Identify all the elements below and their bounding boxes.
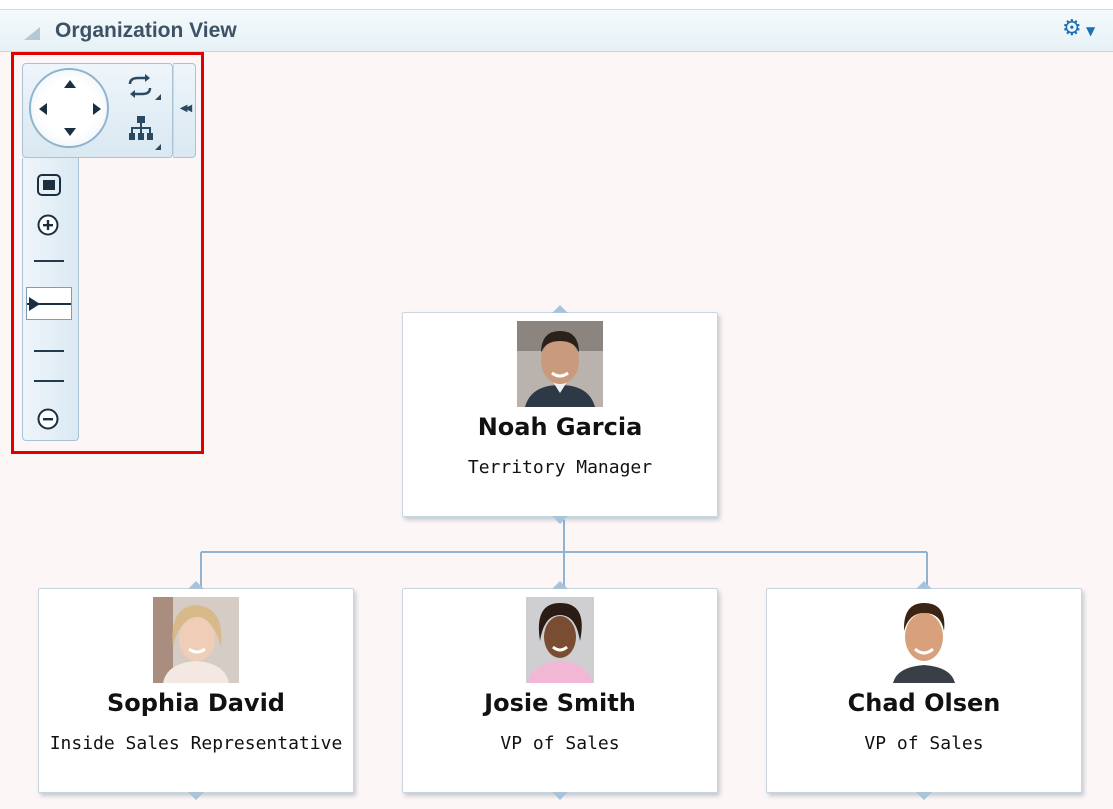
avatar xyxy=(517,321,603,407)
employee-name: Noah Garcia xyxy=(477,413,643,441)
avatar xyxy=(526,597,594,683)
node-connector-bottom[interactable] xyxy=(552,792,568,800)
node-connector-bottom[interactable] xyxy=(916,792,932,800)
avatar xyxy=(889,597,959,683)
node-connector-bottom[interactable] xyxy=(188,792,204,800)
org-node-child[interactable]: Josie Smith VP of Sales xyxy=(402,581,718,800)
org-node-child[interactable]: Sophia David Inside Sales Representative xyxy=(38,581,354,800)
node-connector-top xyxy=(552,305,568,313)
org-node-child[interactable]: Chad Olsen VP of Sales xyxy=(766,581,1082,800)
node-connector-top xyxy=(188,581,204,589)
employee-title: VP of Sales xyxy=(864,733,984,754)
node-connector-bottom[interactable] xyxy=(552,516,568,524)
employee-name: Josie Smith xyxy=(484,689,636,717)
employee-title: VP of Sales xyxy=(500,733,620,754)
employee-title: Inside Sales Representative xyxy=(49,733,343,754)
node-connector-top xyxy=(552,581,568,589)
org-node-root[interactable]: Noah Garcia Territory Manager xyxy=(402,305,718,524)
node-connector-top xyxy=(916,581,932,589)
employee-name: Chad Olsen xyxy=(847,689,1001,717)
employee-name: Sophia David xyxy=(107,689,285,717)
avatar xyxy=(153,597,239,683)
employee-title: Territory Manager xyxy=(467,457,653,478)
